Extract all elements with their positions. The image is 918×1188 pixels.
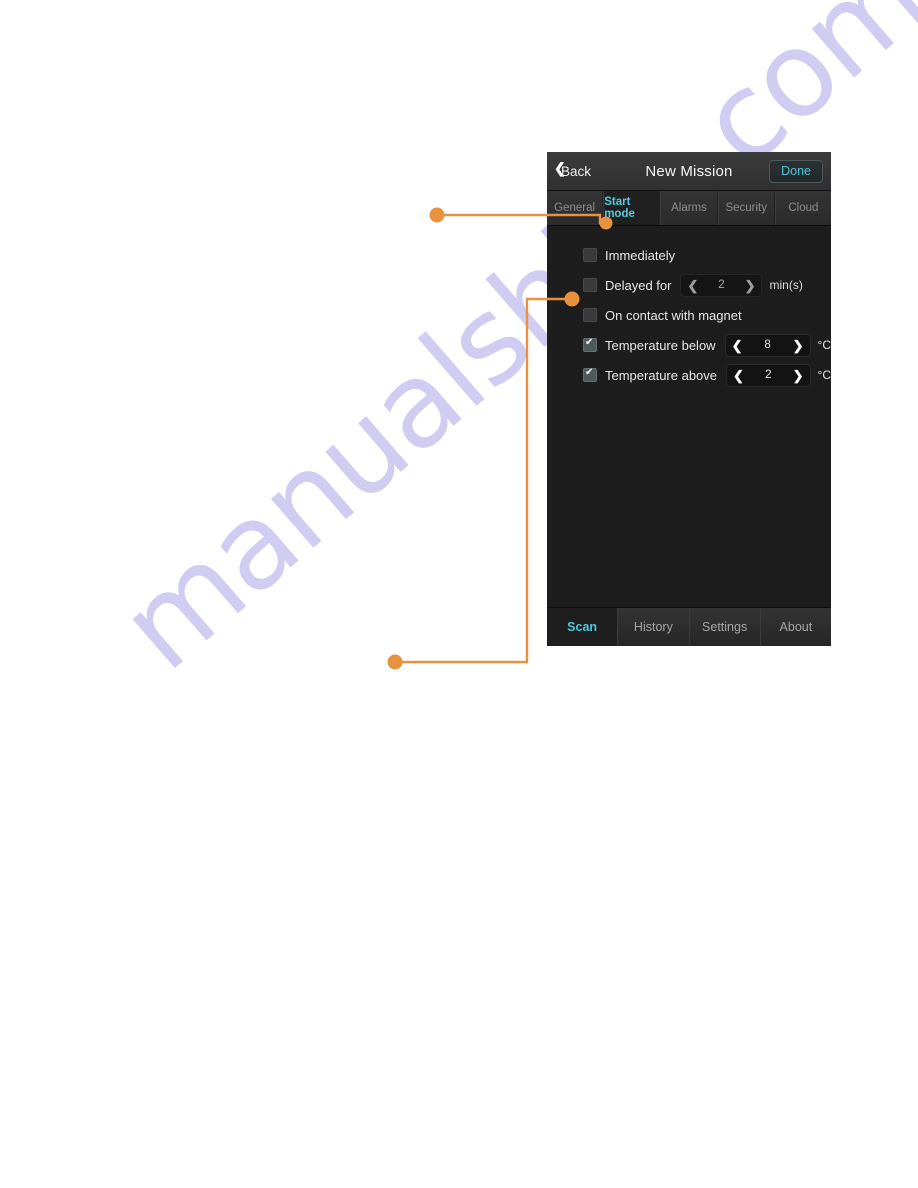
bottom-tab-about[interactable]: About bbox=[759, 608, 831, 646]
option-label-on-contact-with-magnet: On contact with magnet bbox=[605, 307, 742, 323]
option-row-delayed-for[interactable]: Delayed for ❮ 2 ❯ min(s) bbox=[547, 270, 831, 300]
option-label-temperature-above: Temperature above bbox=[605, 367, 718, 383]
tab-general[interactable]: General bbox=[547, 191, 604, 225]
checkbox-temperature-above[interactable] bbox=[583, 367, 597, 382]
chevron-right-icon[interactable]: ❯ bbox=[793, 339, 804, 352]
stepper-temperature-above[interactable]: ❮ 2 ❯ bbox=[726, 363, 811, 387]
tab-strip: General Start mode Alarms Security Cloud bbox=[547, 191, 831, 226]
option-row-temperature-below[interactable]: Temperature below ❮ 8 ❯ °C bbox=[547, 330, 831, 360]
stepper-temperature-above-value: 2 bbox=[765, 369, 772, 381]
stepper-delay-minutes[interactable]: ❮ 2 ❯ bbox=[680, 273, 763, 297]
option-row-immediately[interactable]: Immediately bbox=[547, 240, 831, 270]
stepper-delay-value: 2 bbox=[718, 279, 725, 291]
bottom-tab-history[interactable]: History bbox=[617, 608, 688, 646]
back-button[interactable]: Back bbox=[547, 161, 591, 179]
annotation-line-bottom bbox=[397, 297, 572, 664]
bottom-tab-settings[interactable]: Settings bbox=[688, 608, 760, 646]
bottom-tab-scan[interactable]: Scan bbox=[547, 608, 618, 646]
chevron-left-icon[interactable]: ❮ bbox=[733, 369, 744, 382]
stepper-temperature-below[interactable]: ❮ 8 ❯ bbox=[724, 333, 811, 357]
bottom-tab-bar: Scan History Settings About bbox=[547, 607, 831, 646]
app-screenshot-panel: Back New Mission Done General Start mode… bbox=[547, 152, 831, 646]
chevron-left-icon[interactable]: ❮ bbox=[732, 339, 743, 352]
unit-temperature-above: °C bbox=[817, 368, 831, 382]
option-row-on-contact-with-magnet[interactable]: On contact with magnet bbox=[547, 300, 831, 330]
navigation-bar: Back New Mission Done bbox=[547, 152, 831, 191]
tab-security[interactable]: Security bbox=[717, 191, 775, 225]
option-label-delayed-for: Delayed for bbox=[605, 277, 672, 293]
checkbox-temperature-below[interactable] bbox=[583, 337, 597, 352]
stepper-temperature-below-value: 8 bbox=[764, 339, 771, 351]
option-label-temperature-below: Temperature below bbox=[605, 337, 716, 353]
chevron-right-icon[interactable]: ❯ bbox=[745, 279, 756, 292]
tab-start-mode[interactable]: Start mode bbox=[603, 191, 661, 225]
checkbox-on-contact-with-magnet[interactable] bbox=[583, 308, 597, 322]
checkbox-immediately[interactable] bbox=[583, 248, 597, 262]
tab-cloud[interactable]: Cloud bbox=[774, 191, 831, 225]
unit-temperature-below: °C bbox=[817, 338, 831, 352]
done-button[interactable]: Done bbox=[769, 159, 823, 183]
annotation-dot-top-left bbox=[429, 207, 445, 223]
chevron-right-icon[interactable]: ❯ bbox=[793, 369, 804, 382]
option-row-temperature-above[interactable]: Temperature above ❮ 2 ❯ °C bbox=[547, 360, 831, 390]
annotation-dot-bottom-left bbox=[387, 654, 403, 670]
unit-delay-minutes: min(s) bbox=[769, 278, 803, 292]
chevron-left-icon[interactable]: ❮ bbox=[687, 279, 698, 292]
option-label-immediately: Immediately bbox=[605, 247, 676, 263]
tab-alarms[interactable]: Alarms bbox=[660, 191, 718, 225]
start-mode-options-list: Immediately Delayed for ❮ 2 ❯ min(s) On … bbox=[547, 226, 831, 607]
checkbox-delayed-for[interactable] bbox=[583, 278, 597, 292]
